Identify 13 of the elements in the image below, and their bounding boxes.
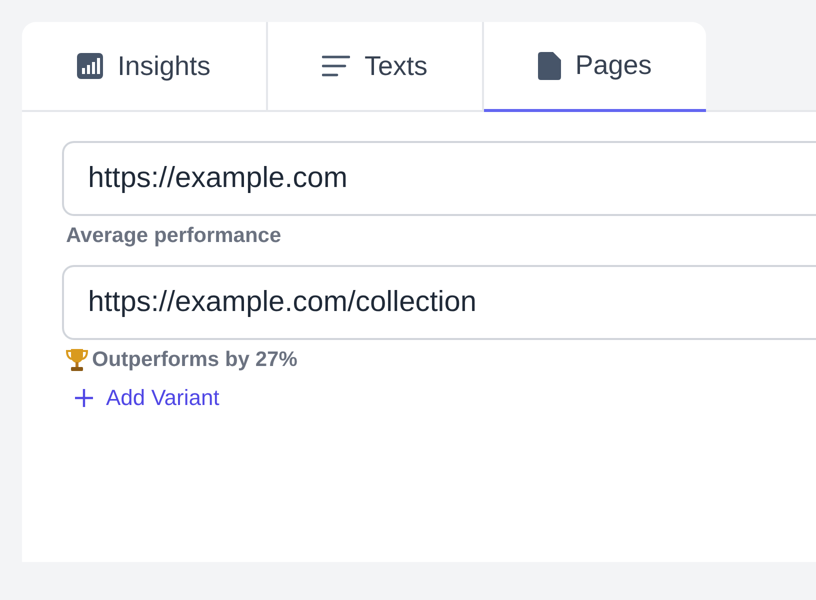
document-icon <box>538 52 562 80</box>
tab[interactable]: Insights <box>22 22 268 112</box>
tab[interactable]: Texts <box>268 22 484 112</box>
tab[interactable]: Pages <box>484 22 706 112</box>
url-field[interactable]: https://example.com <box>62 141 816 216</box>
performance-note: Average performance <box>66 224 282 248</box>
chart-icon <box>77 53 104 79</box>
performance-note: Outperforms by 27% <box>92 348 298 372</box>
url-field[interactable]: https://example.com/collection <box>62 265 816 340</box>
trophy-icon <box>66 348 88 372</box>
text-lines-icon <box>322 55 350 77</box>
add-variant-button[interactable]: Add Variant <box>62 381 226 415</box>
plus-icon <box>74 388 94 408</box>
